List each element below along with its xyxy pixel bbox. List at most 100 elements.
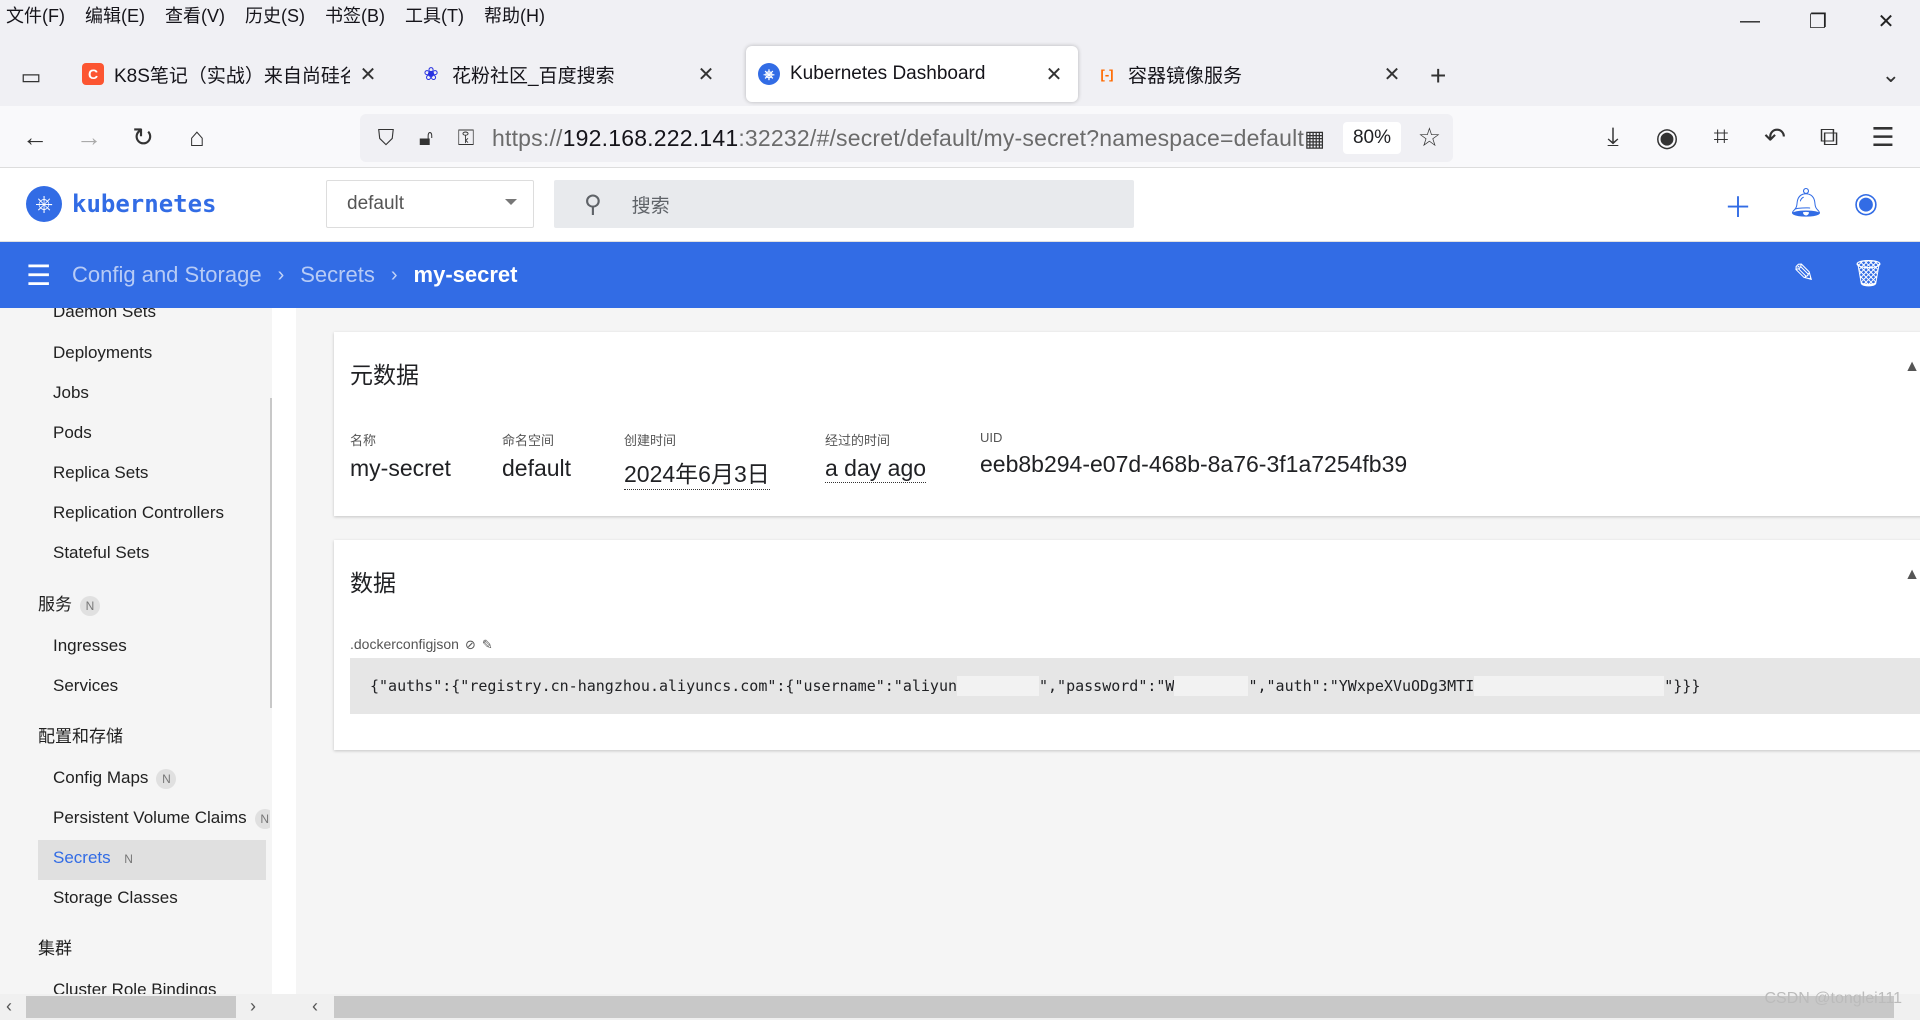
url-bar[interactable]: ⛉ 🔓︎ ⚿ https://192.168.222.141:32232/#/s…: [360, 114, 1453, 162]
meta-value: my-secret: [350, 455, 451, 481]
shield-icon[interactable]: ⛉: [366, 125, 406, 151]
menu-help[interactable]: 帮助(H): [484, 2, 545, 28]
zoom-level[interactable]: 80%: [1343, 122, 1401, 154]
menu-history[interactable]: 历史(S): [245, 2, 305, 28]
close-tab-icon[interactable]: ✕: [1042, 62, 1066, 87]
kubernetes-logo[interactable]: ⎈ kubernetes: [26, 186, 217, 222]
tab-kubernetes-dashboard[interactable]: ⎈ Kubernetes Dashboard ✕: [746, 46, 1078, 102]
metadata-card: 元数据 ▲ 名称 my-secret 命名空间 default 创建时间 202…: [334, 332, 1920, 516]
sidebar-item-replica-sets[interactable]: Replica Sets: [53, 463, 148, 483]
collapse-icon[interactable]: ▲: [1904, 566, 1920, 584]
meta-name: 名称 my-secret: [350, 430, 451, 482]
chevron-right-icon[interactable]: ›: [250, 996, 256, 1017]
sidebar-item-config-maps[interactable]: Config Maps N: [53, 768, 177, 789]
scrollbar-thumb[interactable]: [26, 996, 236, 1018]
sidebar-item-pods[interactable]: Pods: [53, 423, 92, 443]
download-icon[interactable]: ⤓: [1594, 118, 1632, 156]
sidebar-item-deployments[interactable]: Deployments: [53, 343, 152, 363]
aliyun-icon: [-]: [1100, 66, 1114, 82]
namespaced-badge: N: [156, 768, 177, 789]
new-tab-icon[interactable]: +: [1430, 60, 1446, 92]
data-value[interactable]: {"auths":{"registry.cn-hangzhou.aliyuncs…: [350, 658, 1920, 714]
bookmark-star-icon[interactable]: ☆: [1418, 122, 1441, 153]
sidebar-item-persistent-volume-claims[interactable]: Persistent Volume Claims N: [53, 808, 272, 829]
qr-code-icon[interactable]: ▦: [1304, 126, 1325, 152]
meta-value: 2024年6月3日: [624, 455, 770, 490]
breadcrumb-secrets[interactable]: Secrets: [300, 262, 375, 288]
sidebar-group-cluster[interactable]: 集群: [38, 934, 72, 959]
key-icon[interactable]: ⚿: [446, 125, 486, 151]
data-value-text: ","password":"W: [1039, 677, 1175, 695]
menu-bookmarks[interactable]: 书签(B): [325, 2, 385, 28]
add-icon[interactable]: ＋: [1724, 186, 1752, 226]
url-text[interactable]: https://192.168.222.141:32232/#/secret/d…: [492, 125, 1304, 152]
sidebar-item-replication-controllers[interactable]: Replication Controllers: [53, 503, 224, 523]
sidebar-item-jobs[interactable]: Jobs: [53, 383, 89, 403]
chevron-down-icon[interactable]: ⌄: [1882, 62, 1900, 88]
home-icon[interactable]: ⌂: [178, 118, 216, 156]
sidebar-scrollbar[interactable]: ︿ ﹀: [270, 308, 272, 1020]
chevron-left-icon[interactable]: ‹: [6, 996, 12, 1017]
hamburger-menu-icon[interactable]: ☰: [26, 259, 56, 292]
chevron-right-icon: ›: [277, 263, 285, 286]
account-circle-icon[interactable]: ◉: [1852, 186, 1880, 226]
sidebar-item-services[interactable]: Services: [53, 676, 118, 696]
group-label: 服务: [38, 595, 72, 614]
delete-trash-icon[interactable]: 🗑︎: [1852, 258, 1885, 289]
data-card: 数据 ▲ .dockerconfigjson ⊘ ✎ {"auths":{"regi…: [334, 540, 1920, 750]
main-horizontal-scrollbar[interactable]: ‹: [296, 994, 1920, 1020]
nav-toolbar: ← → ↻ ⌂ ⛉ 🔓︎ ⚿ https://192.168.222.141:3…: [0, 106, 1920, 168]
tab-aliyun[interactable]: [-] 容器镜像服务 ✕: [1084, 46, 1416, 102]
close-tab-icon[interactable]: ✕: [356, 62, 380, 87]
eye-off-icon[interactable]: ⊘: [465, 637, 476, 652]
tab-title: K8S笔记（实战）来自尚硅谷雷: [114, 65, 350, 87]
meta-label: 经过的时间: [825, 433, 891, 448]
menu-icon[interactable]: ☰: [1864, 118, 1902, 156]
meta-created: 创建时间 2024年6月3日: [624, 430, 770, 490]
sidebar-item-daemon-sets[interactable]: Daemon Sets: [53, 308, 156, 322]
forward-icon[interactable]: →: [70, 118, 108, 156]
sidebar-item-ingresses[interactable]: Ingresses: [53, 636, 127, 656]
menu-edit[interactable]: 编辑(E): [85, 2, 145, 28]
breadcrumb-config-and-storage[interactable]: Config and Storage: [72, 262, 262, 288]
sidebar-group-config-storage[interactable]: 配置和存储: [38, 722, 123, 747]
tab-csdn[interactable]: C K8S笔记（实战）来自尚硅谷雷 ✕: [70, 46, 392, 102]
screenshot-crop-icon[interactable]: ⌗: [1702, 118, 1740, 156]
redacted-mask: [1474, 676, 1665, 696]
tab-title: 容器镜像服务: [1128, 65, 1243, 87]
sidebar-item-storage-classes[interactable]: Storage Classes: [53, 888, 178, 908]
extensions-icon[interactable]: ⧉: [1810, 118, 1848, 156]
account-icon[interactable]: ◉: [1648, 118, 1686, 156]
menu-file[interactable]: 文件(F): [6, 2, 65, 28]
sidebar-horizontal-scrollbar[interactable]: ‹ ›: [0, 994, 296, 1020]
edit-pencil-icon[interactable]: ✎: [1790, 258, 1818, 289]
bell-icon[interactable]: 🔔︎: [1788, 186, 1824, 226]
edit-pencil-icon[interactable]: ✎: [482, 637, 493, 652]
search-icon: ⚲: [584, 190, 602, 218]
close-tab-icon[interactable]: ✕: [694, 62, 718, 87]
lock-warning-icon[interactable]: 🔓︎: [406, 125, 446, 151]
tab-baidu[interactable]: ❀ 花粉社区_百度搜索 ✕: [408, 46, 730, 102]
close-tab-icon[interactable]: ✕: [1380, 62, 1404, 87]
undo-arrow-icon[interactable]: ↶: [1756, 118, 1794, 156]
sidebar-item-stateful-sets[interactable]: Stateful Sets: [53, 543, 149, 563]
url-scheme: https://: [492, 124, 563, 151]
chevron-left-icon[interactable]: ‹: [312, 996, 318, 1017]
redacted-mask: [1174, 676, 1249, 696]
menu-tools[interactable]: 工具(T): [405, 2, 464, 28]
tab-list-icon[interactable]: ▭: [14, 60, 48, 94]
menu-view[interactable]: 查看(V): [165, 2, 225, 28]
namespace-select[interactable]: default: [326, 180, 534, 228]
kubernetes-wheel-icon: ⎈: [26, 186, 62, 222]
back-icon[interactable]: ←: [16, 118, 54, 156]
scrollbar-thumb[interactable]: [334, 996, 1894, 1018]
sidebar-group-service[interactable]: 服务 N: [38, 590, 100, 616]
collapse-icon[interactable]: ▲: [1904, 358, 1920, 376]
scrollbar-thumb[interactable]: [270, 398, 272, 708]
main-content: 元数据 ▲ 名称 my-secret 命名空间 default 创建时间 202…: [296, 308, 1920, 1020]
breadcrumb: Config and Storage › Secrets › my-secret: [72, 262, 517, 288]
tab-strip: ▭ C K8S笔记（实战）来自尚硅谷雷 ✕ ❀ 花粉社区_百度搜索 ✕ ⎈ Ku…: [0, 30, 1920, 106]
search-input[interactable]: ⚲ 搜索: [554, 180, 1134, 228]
sidebar-item-secrets[interactable]: Secrets N: [53, 848, 139, 869]
reload-icon[interactable]: ↻: [124, 118, 162, 156]
